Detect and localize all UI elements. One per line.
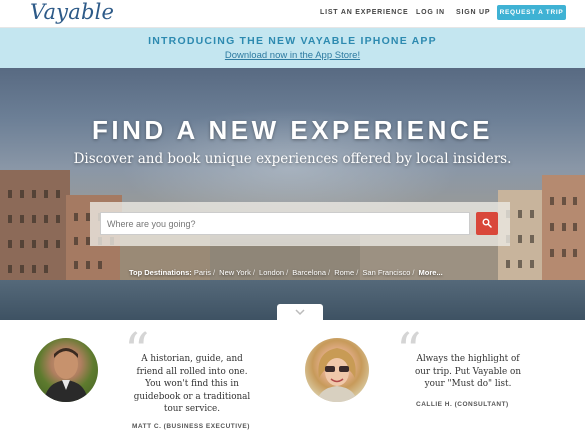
avatar [34,338,98,402]
search-button[interactable] [476,212,498,235]
hero-section: FIND A NEW EXPERIENCE Discover and book … [0,68,585,320]
more-destinations-link[interactable]: More... [419,268,443,277]
hero-title: FIND A NEW EXPERIENCE [92,115,493,145]
vayable-logo[interactable]: Vayable [30,0,114,24]
top-destinations-label: Top Destinations: [129,268,192,277]
testimonial-quote: Always the highlight of our trip. Put Va… [414,354,522,389]
destination-link[interactable]: New York [219,268,251,277]
destination-link[interactable]: Paris [194,268,211,277]
testimonial-author: MATT C. (BUSINESS EXECUTIVE) [132,423,250,430]
request-trip-button[interactable]: REQUEST A TRIP [497,5,566,20]
destination-link[interactable]: Rome [334,268,354,277]
signup-link[interactable]: SIGN UP [456,9,490,16]
chevron-down-icon [295,309,305,316]
destination-link[interactable]: Barcelona [292,268,326,277]
destination-link[interactable]: San Francisco [362,268,410,277]
person-photo-icon [317,348,357,402]
destination-link[interactable]: London [259,268,284,277]
app-store-link[interactable]: Download now in the App Store! [0,50,585,61]
scroll-down-tab[interactable] [277,304,323,320]
hero-subtitle: Discover and book unique experiences off… [73,151,512,167]
testimonial-quote: A historian, guide, and friend all rolle… [133,354,251,414]
banner-title: INTRODUCING THE NEW VAYABLE IPHONE APP [148,35,437,47]
top-destinations: Top Destinations: Paris / New York / Londo… [129,268,443,277]
login-link[interactable]: LOG IN [416,9,445,16]
list-experience-link[interactable]: LIST AN EXPERIENCE [320,9,408,16]
top-header: Vayable LIST AN EXPERIENCE LOG IN SIGN U… [0,0,585,28]
search-icon [482,218,492,228]
search-panel [90,202,510,246]
avatar [305,338,369,402]
destination-search-input[interactable] [100,212,470,235]
testimonial-author: CALLIE H. (CONSULTANT) [416,401,509,408]
app-promo-banner: INTRODUCING THE NEW VAYABLE IPHONE APP D… [0,28,585,68]
person-photo-icon [44,348,88,402]
